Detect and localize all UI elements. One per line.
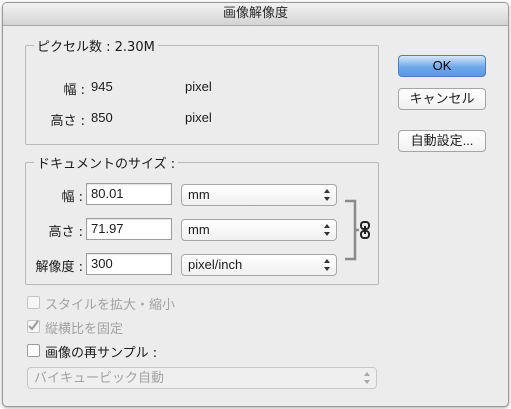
resample-checkbox[interactable] (27, 344, 40, 357)
pixel-dimensions-legend: ピクセル数 : 2.30M (34, 36, 158, 55)
doc-height-label: 高さ : (48, 225, 83, 240)
resolution-input[interactable]: 300 (86, 253, 172, 275)
doc-width-label: 幅 : (61, 190, 83, 205)
updown-arrows-icon (324, 224, 330, 236)
pixel-height-unit: pixel (185, 110, 212, 125)
pixel-width-unit: pixel (185, 79, 212, 94)
doc-height-unit-value: mm (188, 222, 210, 237)
doc-width-unit-value: mm (188, 187, 210, 202)
resample-method-value: バイキュービック自動 (34, 370, 165, 385)
ok-button[interactable]: OK (398, 55, 486, 77)
scale-styles-checkbox[interactable] (27, 296, 40, 309)
image-size-dialog: 画像解像度 ピクセル数 : 2.30M 幅 : 945 pixel 高さ : 8… (2, 2, 509, 407)
resolution-label: 解像度 : (35, 260, 83, 275)
constrain-proportions-checkbox[interactable] (27, 320, 40, 333)
scale-styles-label: スタイルを拡大・縮小 (45, 298, 176, 313)
checkmark-icon (28, 320, 39, 331)
resample-label: 画像の再サンプル : (45, 346, 158, 361)
pixel-width-value: 945 (91, 79, 113, 94)
doc-height-unit-select[interactable]: mm (181, 219, 337, 241)
doc-width-input[interactable]: 80.01 (86, 183, 172, 205)
updown-arrows-icon (324, 189, 330, 201)
constrain-proportions-label: 縦横比を固定 (45, 322, 124, 337)
pixel-height-label: 高さ : (50, 114, 85, 129)
pixel-height-value: 850 (91, 110, 113, 125)
dialog-title: 画像解像度 (3, 3, 508, 26)
auto-button[interactable]: 自動設定... (398, 130, 486, 152)
doc-height-input[interactable]: 71.97 (86, 218, 172, 240)
chain-link-icon[interactable] (359, 221, 371, 239)
resolution-unit-select[interactable]: pixel/inch (181, 254, 337, 276)
doc-width-unit-select[interactable]: mm (181, 184, 337, 206)
pixel-width-label: 幅 : (63, 83, 85, 98)
cancel-button[interactable]: キャンセル (398, 88, 486, 110)
resample-method-select[interactable]: バイキュービック自動 (27, 367, 377, 389)
resolution-unit-value: pixel/inch (188, 257, 243, 272)
document-size-legend: ドキュメントのサイズ : (34, 153, 179, 172)
updown-arrows-icon (324, 259, 330, 271)
updown-arrows-icon (364, 372, 370, 384)
